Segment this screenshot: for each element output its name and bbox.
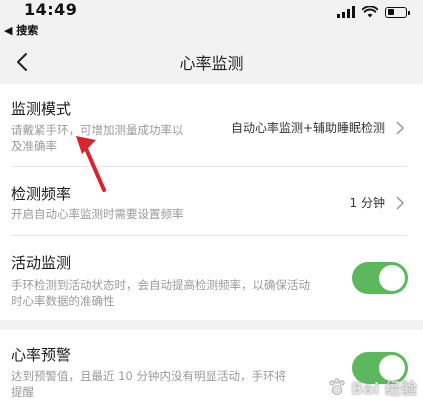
setting-value: 1 分钟 [349,196,385,210]
status-time: 14:49 [24,0,78,19]
setting-title: 监测模式 [11,100,72,118]
back-to-search-link[interactable]: ◀ 搜索 [4,22,38,38]
battery-icon [385,6,410,18]
status-bar: 14:49 [0,0,423,22]
setting-title: 活动监测 [11,254,72,272]
setting-desc: 手环检测到活动状态时，会自动提高检测频率，以确保活动 时心率数据的准确性 [11,278,310,308]
watermark-text: Bai 经验 [350,379,417,398]
wifi-icon [362,6,378,18]
toggle-knob [379,265,405,291]
setting-title: 心率预警 [11,346,72,364]
activity-monitor-toggle[interactable] [352,262,408,294]
setting-row-monitor-mode[interactable]: 监测模式 请戴紧手环，可增加测量成功率以 及准确率 自动心率监测+辅助睡眠检测 [0,84,423,166]
setting-title: 检测频率 [11,185,72,203]
nav-bar: 心率监测 [0,40,423,84]
cellular-signal-icon [337,6,355,18]
watermark: Bai 经验 [327,375,417,399]
setting-desc: 开启自动心率监测时需要设置频率 [11,207,184,221]
setting-row-activity-monitor: 活动监测 手环检测到活动状态时，会自动提高检测频率，以确保活动 时心率数据的准确… [0,236,423,320]
setting-row-detect-frequency[interactable]: 检测频率 开启自动心率监测时需要设置频率 1 分钟 [0,167,423,235]
page-title: 心率监测 [179,54,244,73]
chevron-right-icon [396,196,405,210]
setting-value: 自动心率监测+辅助睡眠检测 [230,121,385,135]
paw-logo-icon [329,378,345,395]
status-icons [337,5,410,19]
settings-group-1: 监测模式 请戴紧手环，可增加测量成功率以 及准确率 自动心率监测+辅助睡眠检测 … [0,84,423,320]
annotation-arrow-icon [76,136,106,192]
setting-desc: 达到预警值，且最近 10 分钟内没有明显活动，手环将 提醒 [11,369,286,399]
chevron-right-icon [396,121,405,135]
